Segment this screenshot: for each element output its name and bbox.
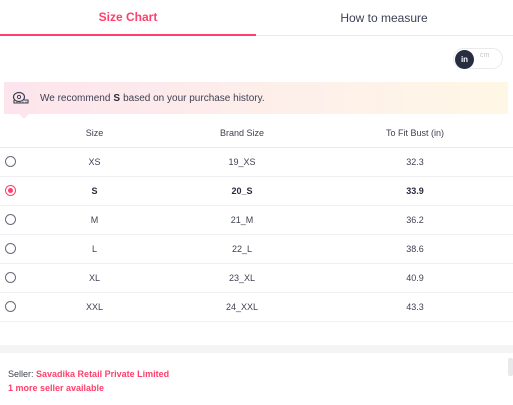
size-radio[interactable] [5,301,16,313]
bust-cell: 40.9 [317,263,513,293]
recommendation-prefix: We recommend [40,92,111,104]
table-row[interactable]: L 22_L 38.6 [0,234,513,264]
bust-cell: 36.2 [317,205,513,235]
unit-in-option[interactable]: in [455,50,474,69]
table-row[interactable]: XL 23_XL 40.9 [0,263,513,293]
seller-name-link[interactable]: Savadika Retail Private Limited [36,369,169,379]
brand-size-cell: 22_L [167,234,317,264]
size-radio[interactable] [5,185,16,197]
table-row[interactable]: M 21_M 36.2 [0,205,513,235]
brand-size-cell: 21_M [167,205,317,235]
header-size: Size [22,120,167,148]
size-cell: XXL [22,292,167,322]
size-tabs: Size Chart How to measure [0,0,513,36]
size-radio[interactable] [5,243,16,255]
seller-info: Seller: Savadika Retail Private Limited [8,369,169,379]
table-row[interactable]: XS 19_XS 32.3 [0,147,513,177]
size-cell: S [22,176,167,206]
recommended-size: S [113,92,121,104]
recommendation-suffix: based on your purchase history. [123,92,265,104]
size-radio[interactable] [5,156,16,168]
bust-cell: 32.3 [317,147,513,177]
brand-size-cell: 19_XS [167,147,317,177]
tab-size-chart[interactable]: Size Chart [0,0,256,36]
table-row[interactable]: XXL 24_XXL 43.3 [0,292,513,322]
header-bust: To Fit Bust (in) [317,120,513,148]
bust-cell: 33.9 [317,176,513,206]
unit-toggle[interactable]: in cm [453,48,503,69]
brand-size-cell: 20_S [167,176,317,206]
section-divider [0,345,513,353]
seller-label: Seller: [8,369,34,379]
table-row[interactable]: S 20_S 33.9 [0,176,513,206]
brand-size-cell: 24_XXL [167,292,317,322]
size-cell: M [22,205,167,235]
size-radio[interactable] [5,214,16,226]
size-cell: XL [22,263,167,293]
header-radio [0,120,22,148]
brand-size-cell: 23_XL [167,263,317,293]
recommendation-pointer [18,113,30,119]
unit-cm-option[interactable]: cm [480,52,489,59]
size-chart-table: Size Brand Size To Fit Bust (in) XS 19_X… [0,120,513,322]
bust-cell: 38.6 [317,234,513,264]
size-recommendation-banner: We recommend S based on your purchase hi… [4,82,508,114]
size-radio[interactable] [5,272,16,284]
more-sellers-link[interactable]: 1 more seller available [8,383,104,393]
scrollbar[interactable] [508,358,513,376]
size-cell: L [22,234,167,264]
tab-how-to-measure[interactable]: How to measure [256,0,512,36]
measuring-tape-icon [12,91,30,105]
table-header-row: Size Brand Size To Fit Bust (in) [0,120,513,148]
header-brand-size: Brand Size [167,120,317,148]
size-cell: XS [22,147,167,177]
bust-cell: 43.3 [317,292,513,322]
